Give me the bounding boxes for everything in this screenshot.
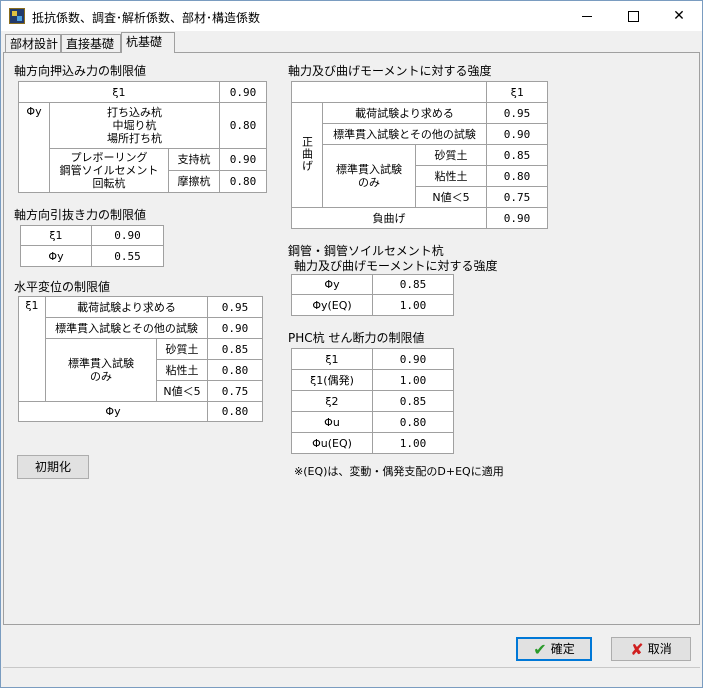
axial-sand-value[interactable]: 0.85 [486,144,548,166]
push-friction-value[interactable]: 0.80 [219,170,267,193]
axial-clay-label: 粘性土 [415,165,487,187]
phc-row-label: ξ1 [291,348,373,370]
tab-spread-foundation[interactable]: 直接基礎 [61,34,121,52]
pull-section-title: 軸方向引抜き力の制限値 [14,208,147,222]
horiz-spt-only-label: 標準貫入試験 のみ [45,338,157,402]
dialog-window: 抵抗係数、調査･解析係数、部材･構造係数 ✕ 部材設計 直接基礎 杭基礎 軸方向… [0,0,703,688]
phc-section-title: PHC杭 せん断力の制限値 [288,331,425,345]
axial-sand-label: 砂質土 [415,144,487,166]
axial-positive-label: 正曲げ [300,135,314,172]
steel-row-label: Φy(EQ) [291,294,373,316]
cross-icon: ✘ [630,639,644,659]
horiz-spt-other-value[interactable]: 0.90 [207,317,263,339]
reset-button[interactable]: 初期化 [17,455,89,479]
steel-table: Φy 0.85 Φy(EQ) 1.00 [291,274,454,316]
maximize-icon [627,10,639,22]
tab-pile-foundation[interactable]: 杭基礎 [121,32,175,53]
axial-negative-label: 負曲げ [291,207,487,229]
push-support-value[interactable]: 0.90 [219,148,267,171]
horiz-nlt5-label: N値＜5 [156,380,208,402]
close-button[interactable]: ✕ [656,1,702,31]
pull-table: ξ1 0.90 Φy 0.55 [20,225,164,267]
eq-note: ※(EQ)は、変動・偶発支配のD+EQに適用 [294,465,504,478]
phc-row-value[interactable]: 0.85 [372,390,454,412]
horiz-spt-other-label: 標準貫入試験とその他の試験 [45,317,208,339]
axial-table: ξ1 正曲げ 載荷試験より求める 0.95 標準貫入試験とその他の試験 0.90… [291,81,548,229]
horiz-phiy-value[interactable]: 0.80 [207,401,263,422]
horiz-nlt5-value[interactable]: 0.75 [207,380,263,402]
phc-row-label: ξ1(偶発) [291,369,373,391]
axial-load-value[interactable]: 0.95 [486,102,548,124]
horiz-clay-label: 粘性土 [156,359,208,381]
ok-button[interactable]: ✔ 確定 [516,637,592,661]
axial-nlt5-label: N値＜5 [415,186,487,208]
axial-clay-value[interactable]: 0.80 [486,165,548,187]
horiz-sand-value[interactable]: 0.85 [207,338,263,360]
push-xi1-value[interactable]: 0.90 [219,81,267,103]
push-friction-label: 摩擦杭 [168,170,220,193]
horiz-section-title: 水平変位の制限値 [14,280,111,294]
phc-row-value[interactable]: 1.00 [372,432,454,454]
horiz-clay-value[interactable]: 0.80 [207,359,263,381]
phc-row-label: Φu(EQ) [291,432,373,454]
steel-row-value[interactable]: 0.85 [372,274,454,295]
push-cast-value[interactable]: 0.80 [219,102,267,149]
minimize-button[interactable] [564,1,610,31]
steel-section-subtitle: 軸力及び曲げモーメントに対する強度 [294,259,498,273]
axial-nlt5-value[interactable]: 0.75 [486,186,548,208]
steel-row-label: Φy [291,274,373,295]
tab-panel: 軸方向押込み力の制限値 ξ1 0.90 Φy 打ち込み杭 中堀り杭 場所打ち杭 … [3,52,700,625]
pull-xi1-value[interactable]: 0.90 [91,225,164,246]
cancel-button[interactable]: ✘ 取消 [611,637,691,661]
phc-row-value[interactable]: 0.80 [372,411,454,433]
axial-xi1-header: ξ1 [486,81,548,103]
maximize-button[interactable] [610,1,656,31]
title-bar[interactable]: 抵抗係数、調査･解析係数、部材･構造係数 ✕ [1,1,702,31]
push-section-title: 軸方向押込み力の制限値 [14,64,147,78]
phc-row-value[interactable]: 0.90 [372,348,454,370]
horiz-load-value[interactable]: 0.95 [207,296,263,318]
axial-spt-other-label: 標準貫入試験とその他の試験 [322,123,487,145]
push-bored-label: プレボーリング 鋼管ソイルセメント 回転杭 [49,148,169,193]
pull-phiy-value[interactable]: 0.55 [91,245,164,267]
horiz-sand-label: 砂質土 [156,338,208,360]
push-phiy-label: Φy [18,102,50,193]
phc-row-label: Φu [291,411,373,433]
horiz-table: ξ1 載荷試験より求める 0.95 標準貫入試験とその他の試験 0.90 標準貫… [18,296,263,422]
phc-row-label: ξ2 [291,390,373,412]
axial-spt-other-value[interactable]: 0.90 [486,123,548,145]
steel-row-value[interactable]: 1.00 [372,294,454,316]
axial-section-title: 軸力及び曲げモーメントに対する強度 [288,64,492,78]
minimize-icon [582,15,592,17]
horiz-xi1-label: ξ1 [18,296,46,402]
phc-table: ξ1 0.90 ξ1(偶発) 1.00 ξ2 0.85 Φu 0.80 Φu(E… [291,348,454,454]
checkmark-icon: ✔ [533,639,547,659]
close-icon: ✕ [673,8,685,24]
window-title: 抵抗係数、調査･解析係数、部材･構造係数 [32,11,261,25]
horiz-phiy-label: Φy [18,401,208,422]
status-bar [3,667,700,686]
pull-xi1-label: ξ1 [20,225,92,246]
push-table: ξ1 0.90 Φy 打ち込み杭 中堀り杭 場所打ち杭 0.80 プレボーリング… [18,81,267,193]
ok-button-label: 確定 [550,642,575,656]
push-cast-label: 打ち込み杭 中堀り杭 場所打ち杭 [49,102,220,149]
tab-bar: 部材設計 直接基礎 杭基礎 [1,31,702,53]
tab-member-design[interactable]: 部材設計 [5,34,61,52]
axial-negative-value[interactable]: 0.90 [486,207,548,229]
phc-row-value[interactable]: 1.00 [372,369,454,391]
push-support-label: 支持杭 [168,148,220,171]
axial-spt-only-label: 標準貫入試験 のみ [322,144,416,208]
horiz-load-label: 載荷試験より求める [45,296,208,318]
pull-phiy-label: Φy [20,245,92,267]
axial-load-label: 載荷試験より求める [322,102,487,124]
app-icon [9,8,25,24]
push-xi1-label: ξ1 [18,81,220,103]
cancel-button-label: 取消 [647,642,672,656]
